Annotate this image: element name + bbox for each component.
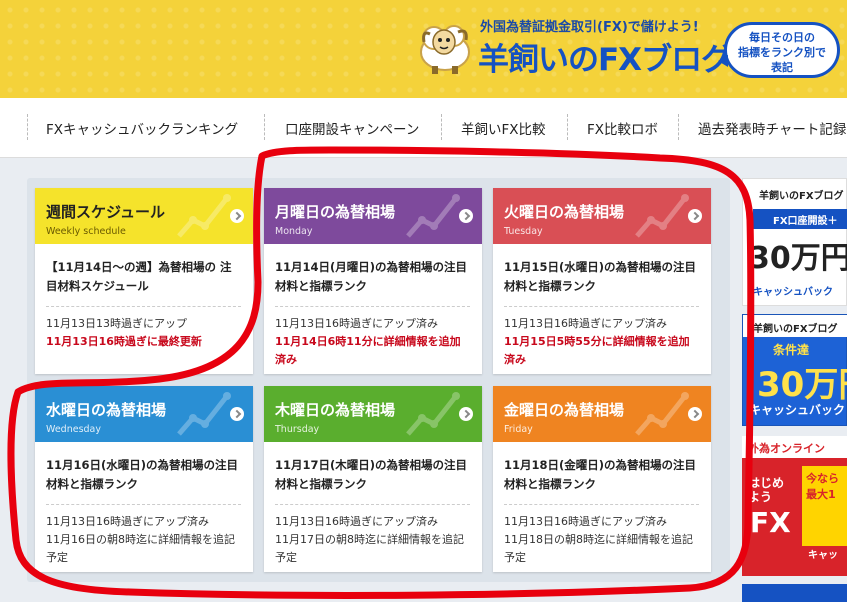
- site-header: 外国為替証拠金取引(FX)で儲けよう! 羊飼いのFXブログ 毎日その日の 指標を…: [0, 0, 847, 98]
- banner-text: 外為オンライン: [742, 436, 847, 458]
- card-upload-status: 11月13日16時過ぎにアップ済み: [275, 515, 438, 528]
- nav-divider: [678, 114, 679, 140]
- card-update-status: 11月16日の朝8時迄に詳細情報を追記予定: [46, 533, 235, 564]
- chevron-right-icon[interactable]: [459, 407, 473, 421]
- card-body: 【11月14日〜の週】為替相場の 注目材料スケジュール 11月13日13時過ぎに…: [35, 244, 253, 351]
- card-weekly-schedule[interactable]: 週間スケジュール Weekly schedule 【11月14日〜の週】為替相場…: [35, 188, 253, 374]
- card-header: 水曜日の為替相場 Wednesday: [35, 386, 253, 442]
- card-header: 火曜日の為替相場 Tuesday: [493, 188, 711, 244]
- card-description[interactable]: 11月16日(水曜日)の為替相場の注目材料と指標ランク: [46, 456, 241, 494]
- card-thursday[interactable]: 木曜日の為替相場 Thursday 11月17日(木曜日)の為替相場の注目材料と…: [264, 386, 482, 572]
- card-body: 11月14日(月曜日)の為替相場の注目材料と指標ランク 11月13日16時過ぎに…: [264, 244, 482, 369]
- card-update-status: 11月15日5時55分に詳細情報を追加済み: [504, 335, 690, 366]
- site-logo[interactable]: 羊飼いのFXブログ: [478, 34, 732, 79]
- card-update-status: 11月13日16時過ぎに最終更新: [46, 335, 202, 348]
- banner-text: 羊飼いのFXブログ: [759, 191, 844, 202]
- card-upload-status: 11月13日16時過ぎにアップ済み: [504, 515, 667, 528]
- card-upload-status: 11月13日16時過ぎにアップ済み: [46, 515, 209, 528]
- chart-deco-icon: [635, 392, 689, 436]
- nav-item-compare-robot[interactable]: FX比較ロボ: [587, 118, 658, 138]
- card-description[interactable]: 11月15日(水曜日)の為替相場の注目材料と指標ランク: [504, 258, 699, 296]
- banner-amount: 30万円+: [749, 241, 847, 276]
- banner-text: キャッ: [808, 550, 838, 561]
- card-header: 月曜日の為替相場 Monday: [264, 188, 482, 244]
- chart-deco-icon: [177, 194, 231, 238]
- banner-text: はじめよう: [748, 476, 785, 504]
- card-header: 金曜日の為替相場 Friday: [493, 386, 711, 442]
- card-upload-status: 11月13日13時過ぎにアップ: [46, 317, 187, 330]
- card-body: 11月16日(水曜日)の為替相場の注目材料と指標ランク 11月13日16時過ぎに…: [35, 442, 253, 567]
- chart-deco-icon: [406, 392, 460, 436]
- card-divider: [504, 504, 699, 505]
- chevron-right-icon[interactable]: [688, 407, 702, 421]
- card-upload-status: 11月13日16時過ぎにアップ済み: [504, 317, 667, 330]
- card-divider: [46, 306, 241, 307]
- card-divider: [275, 306, 470, 307]
- card-description[interactable]: 11月18日(金曜日)の為替相場の注目材料と指標ランク: [504, 456, 699, 494]
- chevron-right-icon[interactable]: [459, 209, 473, 223]
- card-divider: [275, 504, 470, 505]
- card-divider: [504, 306, 699, 307]
- banner-strip: [742, 584, 847, 602]
- speech-bubble: 毎日その日の 指標をランク別で 表記: [718, 22, 840, 78]
- site-tagline: 外国為替証拠金取引(FX)で儲けよう!: [480, 20, 699, 35]
- chart-deco-icon: [177, 392, 231, 436]
- banner-text: 今なら 最大1: [802, 466, 847, 546]
- nav-item-account-campaign[interactable]: 口座開設キャンペーン: [285, 118, 419, 138]
- card-header: 木曜日の為替相場 Thursday: [264, 386, 482, 442]
- banner-text: FX: [750, 506, 791, 539]
- card-upload-status: 11月13日16時過ぎにアップ済み: [275, 317, 438, 330]
- main-nav: FXキャッシュバックランキング 口座開設キャンペーン 羊飼いFX比較 FX比較ロ…: [0, 98, 847, 158]
- banner-text: キャッシュバック: [749, 403, 846, 417]
- card-description[interactable]: 11月17日(木曜日)の為替相場の注目材料と指標ランク: [275, 456, 470, 494]
- chevron-right-icon[interactable]: [688, 209, 702, 223]
- nav-divider: [567, 114, 568, 140]
- nav-item-past-charts[interactable]: 過去発表時チャート記録: [698, 118, 846, 138]
- nav-item-cashback-ranking[interactable]: FXキャッシュバックランキング: [46, 118, 238, 138]
- nav-divider: [264, 114, 265, 140]
- chart-deco-icon: [406, 194, 460, 238]
- sidebar-ads: 羊飼いのFXブログ FX口座開設＋ 30万円+ キャッシュバック 羊飼いのFXブ…: [742, 178, 847, 602]
- banner-text: キャッシュバック: [753, 287, 833, 298]
- bubble-line: 指標をランク別で: [738, 46, 826, 59]
- card-update-status: 11月17日の朝8時迄に詳細情報を追記予定: [275, 533, 464, 564]
- card-wednesday[interactable]: 水曜日の為替相場 Wednesday 11月16日(水曜日)の為替相場の注目材料…: [35, 386, 253, 572]
- bubble-line: 毎日その日の: [749, 31, 815, 44]
- card-body: 11月17日(木曜日)の為替相場の注目材料と指標ランク 11月13日16時過ぎに…: [264, 442, 482, 567]
- card-update-status: 11月18日の朝8時迄に詳細情報を追記予定: [504, 533, 693, 564]
- banner-text: FX口座開設＋: [753, 209, 847, 229]
- card-description[interactable]: 11月14日(月曜日)の為替相場の注目材料と指標ランク: [275, 258, 470, 296]
- banner-text: 羊飼いのFXブログ: [743, 315, 847, 337]
- card-friday[interactable]: 金曜日の為替相場 Friday 11月18日(金曜日)の為替相場の注目材料と指標…: [493, 386, 711, 572]
- nav-divider: [27, 114, 28, 140]
- campaign-banner[interactable]: 羊飼いのFXブログ 条件達 30万円 キャッシュバック: [742, 314, 847, 426]
- banner-text: 条件達: [773, 343, 810, 357]
- gaitame-online-banner[interactable]: 外為オンライン はじめよう FX 今なら 最大1 キャッ: [742, 436, 847, 576]
- nav-item-fx-compare[interactable]: 羊飼いFX比較: [461, 118, 546, 138]
- card-update-status: 11月14日6時11分に詳細情報を追加済み: [275, 335, 461, 366]
- cashback-banner[interactable]: 羊飼いのFXブログ FX口座開設＋ 30万円+ キャッシュバック: [742, 178, 847, 306]
- card-description[interactable]: 【11月14日〜の週】為替相場の 注目材料スケジュール: [46, 258, 241, 296]
- chevron-right-icon[interactable]: [230, 407, 244, 421]
- schedule-grid: 週間スケジュール Weekly schedule 【11月14日〜の週】為替相場…: [27, 178, 730, 582]
- card-divider: [46, 504, 241, 505]
- chevron-right-icon[interactable]: [230, 209, 244, 223]
- card-body: 11月18日(金曜日)の為替相場の注目材料と指標ランク 11月13日16時過ぎに…: [493, 442, 711, 567]
- bubble-line: 表記: [771, 61, 793, 74]
- chart-deco-icon: [635, 194, 689, 238]
- card-body: 11月15日(水曜日)の為替相場の注目材料と指標ランク 11月13日16時過ぎに…: [493, 244, 711, 369]
- card-tuesday[interactable]: 火曜日の為替相場 Tuesday 11月15日(水曜日)の為替相場の注目材料と指…: [493, 188, 711, 374]
- card-monday[interactable]: 月曜日の為替相場 Monday 11月14日(月曜日)の為替相場の注目材料と指標…: [264, 188, 482, 374]
- banner-amount: 30万円: [757, 365, 847, 405]
- card-header: 週間スケジュール Weekly schedule: [35, 188, 253, 244]
- sheep-mascot-icon: [420, 25, 470, 74]
- nav-divider: [441, 114, 442, 140]
